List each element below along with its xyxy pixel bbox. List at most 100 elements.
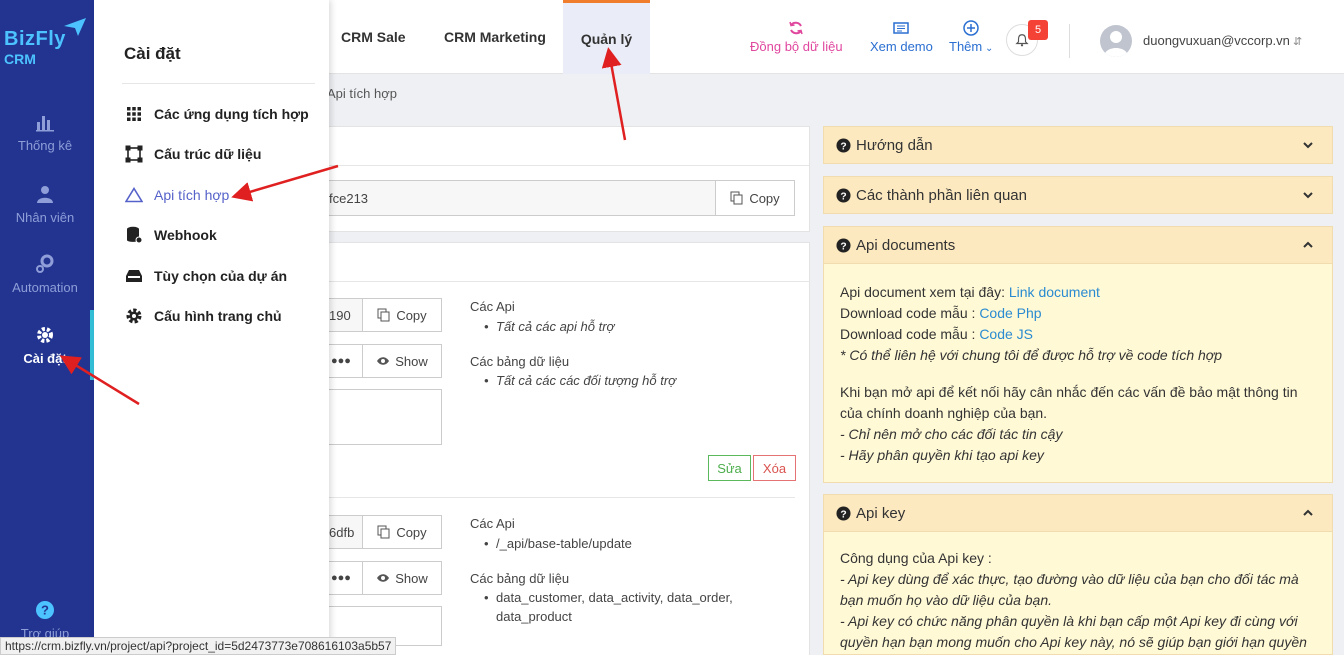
security-tip: - Chỉ nên mở cho các đối tác tin cậy [840,426,1063,442]
svg-text:?: ? [840,191,846,202]
database-icon [127,226,142,244]
menu-item-data-structure[interactable]: Cấu trúc dữ liệu [124,143,261,165]
bell-icon [1015,34,1029,47]
api-key-content: Công dụng của Api key : - Api key dùng đ… [823,532,1333,655]
api-list-item: /_api/base-table/update [484,536,632,551]
delete-button[interactable]: Xóa [753,455,796,481]
sync-icon [789,21,803,35]
logo-subtext: CRM [4,51,36,67]
gear-icon [37,327,53,343]
question-circle-icon: ? [836,505,851,521]
svg-text:?: ? [41,603,49,618]
left-rail: BizFly CRM Thống kê Nhân viên Automation… [0,0,94,655]
table-list-item: Tất cả các các đối tượng hỗ trợ [484,373,676,388]
show-secret-button[interactable]: Show [362,344,442,378]
divider [1069,24,1070,58]
table-list-item: data_customer, data_activity, data_order… [484,590,733,605]
inbox-icon [126,270,142,282]
link-code-js[interactable]: Code JS [979,326,1033,342]
tab-manage[interactable]: Quản lý [563,0,650,74]
eye-icon [377,574,390,582]
rail-item-label: Nhân viên [15,210,75,225]
link-code-php[interactable]: Code Php [979,305,1041,321]
settings-dropdown: Cài đặt Các ứng dụng tích hợp Cấu trúc d… [94,0,329,655]
grid-icon [127,107,141,121]
help-icon: ? [36,601,54,619]
notification-count-badge: 5 [1028,20,1048,40]
user-avatar-icon [1104,31,1128,57]
apis-label: Các Api [470,299,515,314]
chevron-down-icon [1303,142,1313,149]
copy-button[interactable]: Copy [362,515,442,549]
question-circle-icon: ? [836,237,851,253]
paper-plane-icon [64,18,86,36]
user-icon [37,186,53,203]
sync-data-button[interactable]: Đồng bộ dữ liệu [750,20,843,54]
project-key-card [296,126,810,232]
logo-text: BizFly [4,28,66,50]
rail-item-label: Automation [12,280,78,295]
menu-item-webhook[interactable]: Webhook [124,224,217,246]
edit-button[interactable]: Sửa [708,455,751,481]
tables-label: Các bảng dữ liệu [470,571,570,586]
link-document[interactable]: Link document [1009,284,1100,300]
eye-icon [377,357,390,365]
triangle-icon [125,187,143,203]
project-key-field[interactable]: fce213 [310,180,716,216]
svg-text:?: ? [840,509,846,520]
view-demo-button[interactable]: Xem demo [870,20,933,54]
vector-square-icon [125,145,143,163]
support-note: * Có thể liên hệ với chung tôi để được h… [840,347,1223,363]
rail-item-staff[interactable]: Nhân viên [0,184,90,225]
rail-item-settings[interactable]: Cài đặt [0,325,90,366]
menu-item-integrated-apps[interactable]: Các ứng dụng tích hợp [124,103,309,125]
avatar[interactable] [1100,25,1132,57]
rail-item-automation[interactable]: Automation [0,254,90,295]
security-note: Khi bạn mở api để kết nối hãy cân nhắc đ… [840,384,1298,421]
svg-text:?: ? [840,241,846,252]
divider [122,83,315,84]
accordion-related[interactable]: ? Các thành phần liên quan [823,176,1333,214]
more-menu-button[interactable]: Thêm ⌄ [949,20,993,54]
api-key-note-textarea[interactable] [310,389,442,445]
panel-title: Cài đặt [124,44,181,63]
gear-icon [126,308,142,324]
bizfly-logo[interactable]: BizFly CRM [4,18,90,67]
breadcrumb: Api tích hợp [327,86,397,101]
copy-icon [730,191,743,205]
menu-item-api-integration[interactable]: Api tích hợp [124,184,229,206]
chevron-up-icon [1303,241,1313,248]
rail-item-label: Thống kê [17,138,73,153]
tables-label: Các bảng dữ liệu [470,354,570,369]
gears-icon [36,254,54,273]
accordion-api-key[interactable]: ? Api key [823,494,1333,532]
newspaper-icon [893,22,910,34]
apis-label: Các Api [470,516,515,531]
accordion-guide[interactable]: ? Hướng dẫn [823,126,1333,164]
chevron-up-icon [1303,509,1313,516]
menu-item-project-options[interactable]: Tùy chọn của dự án [124,265,287,287]
copy-icon [377,525,390,539]
table-list-item-cont: data_product [496,609,572,624]
api-list-item: Tất cả các api hỗ trợ [484,319,614,334]
tab-crm-sale[interactable]: CRM Sale [341,0,406,74]
rail-item-help[interactable]: ? Trợ giúp [0,600,90,641]
copy-icon [377,308,390,322]
chevron-down-icon: ⌄ [982,43,994,54]
updown-icon: ⇵ [1289,36,1303,48]
menu-item-homepage-config[interactable]: Cấu hình trang chủ [124,305,282,327]
copy-button[interactable]: Copy [362,298,442,332]
show-secret-button[interactable]: Show [362,561,442,595]
copy-button[interactable]: Copy [715,180,795,216]
accordion-api-documents[interactable]: ? Api documents [823,226,1333,264]
api-documents-content: Api document xem tại đây: Link document … [823,264,1333,483]
user-menu[interactable]: duongvuxuan@vccorp.vn ⇵ [1143,33,1302,48]
question-circle-icon: ? [836,137,851,153]
rail-item-label: Cài đặt [23,351,67,366]
browser-status-url: https://crm.bizfly.vn/project/api?projec… [0,637,397,655]
security-tip: - Hãy phân quyền khi tạo api key [840,447,1044,463]
rail-item-statistics[interactable]: Thống kê [0,112,90,153]
tab-crm-marketing[interactable]: CRM Marketing [444,0,546,74]
chevron-down-icon [1303,192,1313,199]
plus-circle-icon [963,20,979,36]
